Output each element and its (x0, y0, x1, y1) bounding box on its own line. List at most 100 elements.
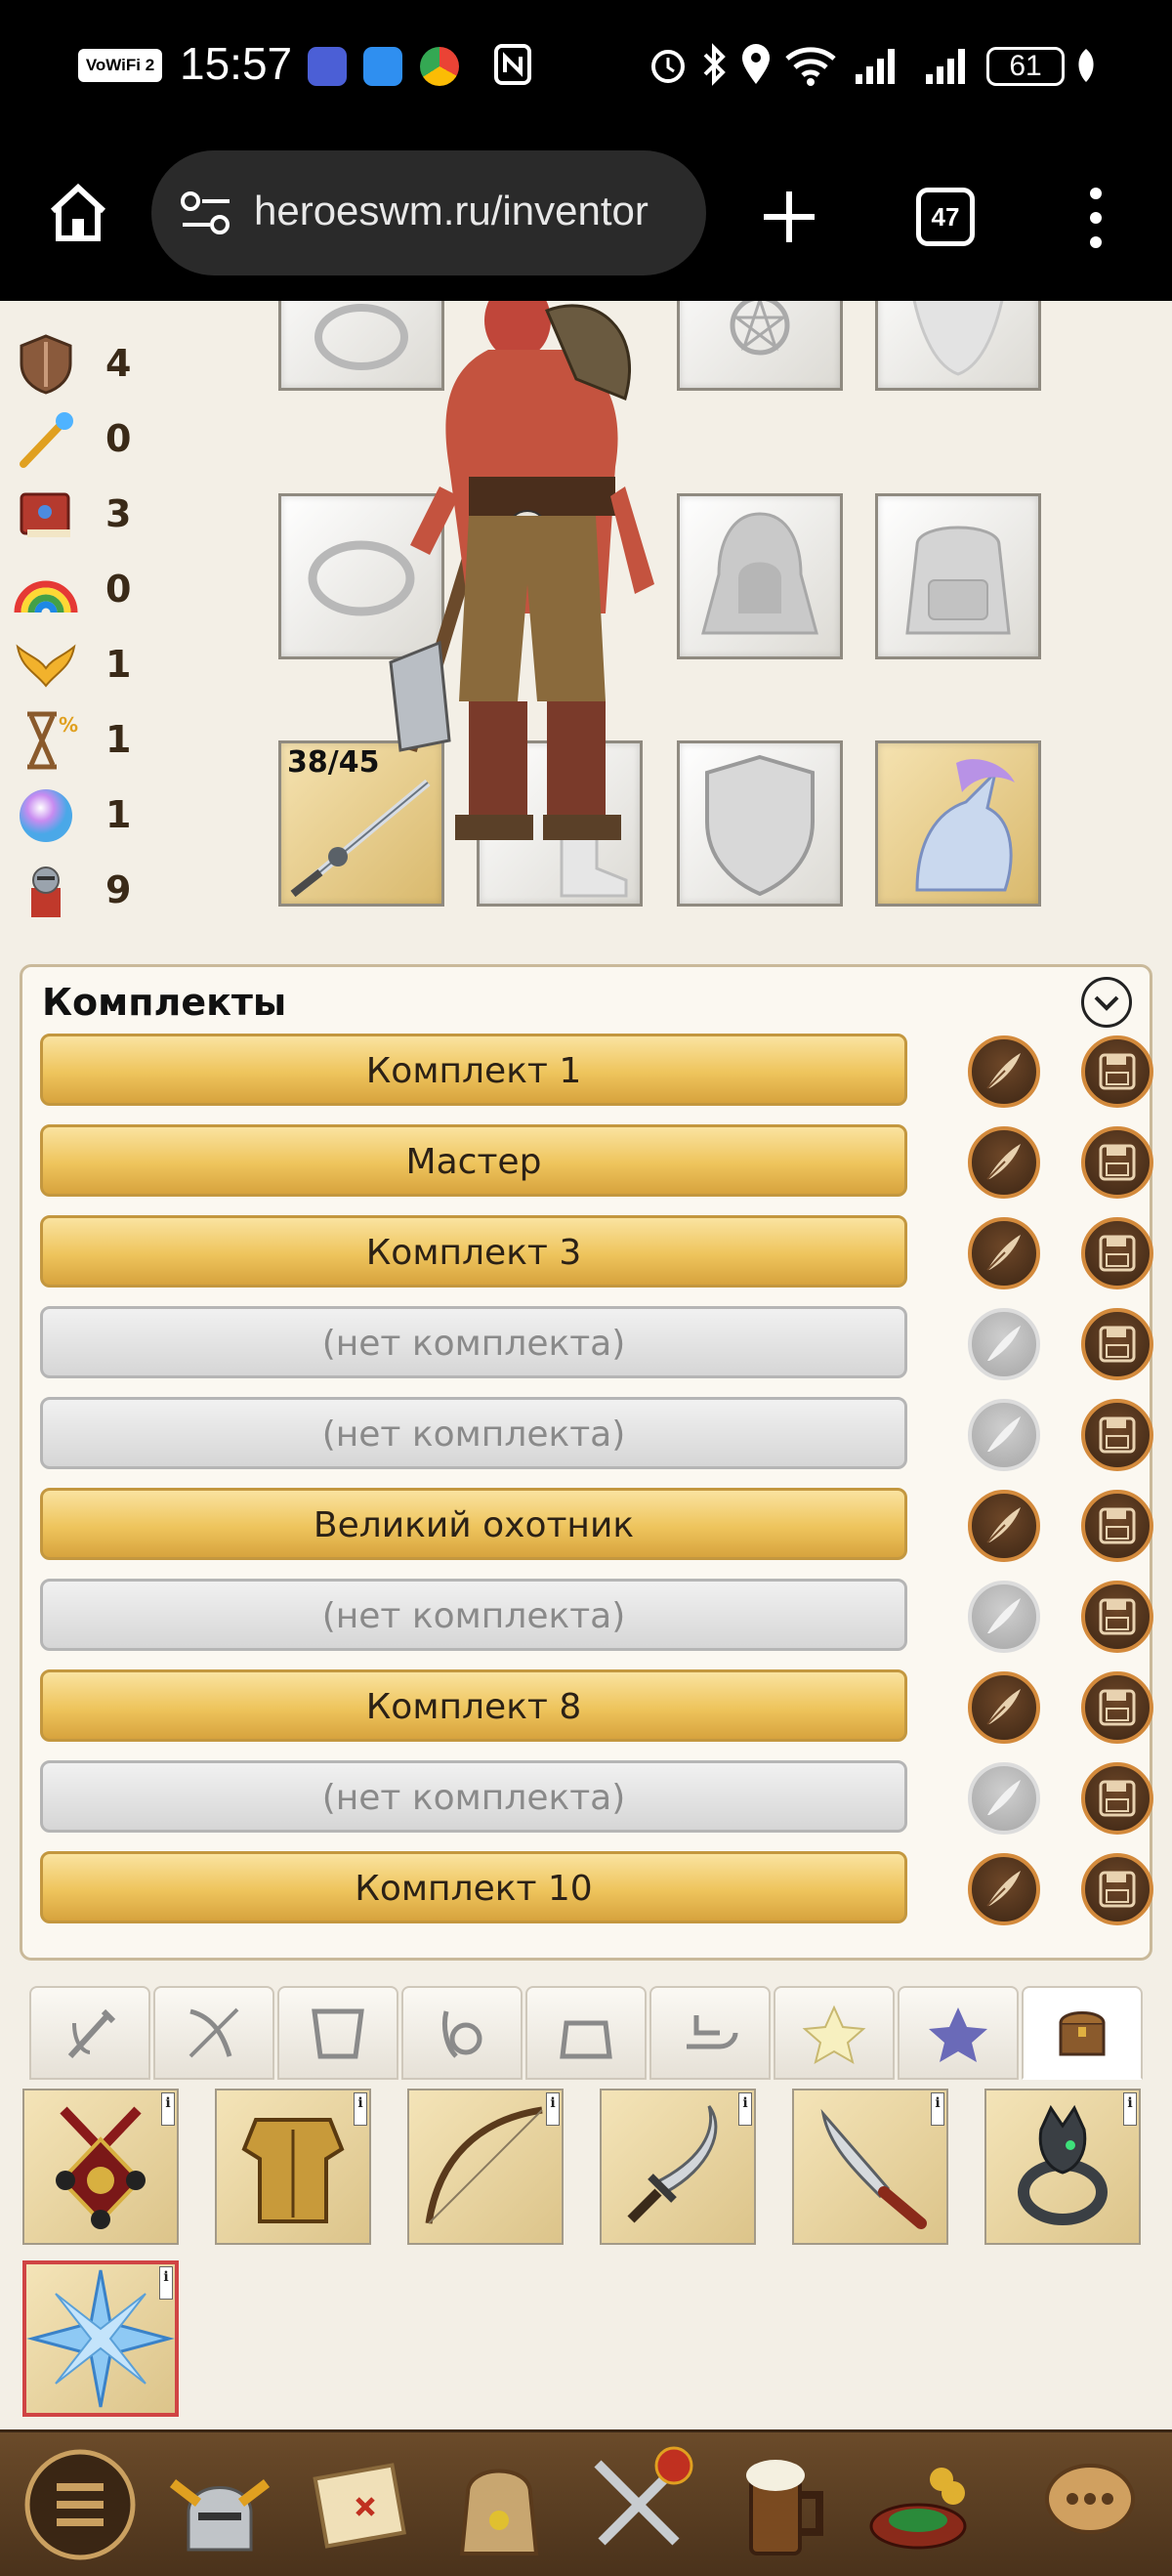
leaf-icon (1074, 43, 1098, 86)
rainbow-icon (14, 580, 78, 613)
home-button[interactable] (45, 180, 111, 246)
set-button[interactable]: (нет комплекта) (40, 1397, 907, 1469)
nav-menu-button[interactable] (20, 2444, 141, 2565)
set-row: (нет комплекта) (40, 1397, 1153, 1471)
menu-icon (24, 2449, 136, 2560)
equip-slot-cloak[interactable] (875, 301, 1041, 391)
nav-map-button[interactable] (299, 2444, 420, 2565)
edit-set-button[interactable] (968, 1217, 1040, 1289)
item-info-icon[interactable]: i (1123, 2092, 1137, 2126)
item-info-icon[interactable]: i (161, 2092, 175, 2126)
tab-ranged[interactable] (153, 1986, 274, 2080)
edit-set-button[interactable] (968, 1399, 1040, 1471)
set-button[interactable]: Комплект 1 (40, 1034, 907, 1106)
set-button[interactable]: Мастер (40, 1124, 907, 1197)
nav-battles-button[interactable] (578, 2444, 699, 2565)
set-button[interactable]: Комплект 10 (40, 1851, 907, 1923)
curved-dagger-icon (627, 2105, 718, 2223)
stat-spellpower: 0 (10, 405, 137, 474)
nav-hero-button[interactable] (159, 2444, 280, 2565)
inventory-item[interactable]: i (792, 2089, 948, 2245)
edit-set-button[interactable] (968, 1308, 1040, 1380)
unicorn-icon (915, 759, 1015, 892)
edit-set-button[interactable] (968, 1853, 1040, 1925)
tab-other[interactable] (649, 1986, 771, 2080)
medal-amulet-icon (56, 2106, 146, 2229)
save-set-button[interactable] (1081, 1035, 1153, 1108)
item-info-icon[interactable]: i (931, 2092, 944, 2126)
nav-casino-button[interactable] (858, 2444, 979, 2565)
floppy-disk-icon (1099, 1416, 1136, 1454)
set-button[interactable]: (нет комплекта) (40, 1306, 907, 1378)
floppy-disk-icon (1099, 1507, 1136, 1544)
item-info-icon[interactable]: i (159, 2266, 173, 2300)
url-text[interactable]: heroeswm.ru/inventor (254, 188, 684, 234)
inventory-item[interactable]: i (407, 2089, 564, 2245)
rings-filter-icon (441, 2010, 482, 2058)
nav-chat-button[interactable] (1035, 2444, 1156, 2565)
chevron-down-icon (1094, 995, 1119, 1011)
edit-set-button[interactable] (968, 1126, 1040, 1199)
kebab-menu-icon (1090, 188, 1102, 248)
save-set-button[interactable] (1081, 1671, 1153, 1744)
set-row: Комплект 1 (40, 1034, 1153, 1108)
edit-set-button[interactable] (968, 1581, 1040, 1653)
edit-set-button[interactable] (968, 1490, 1040, 1562)
tab-switcher-button[interactable]: 47 (916, 188, 975, 246)
item-info-icon[interactable]: i (546, 2092, 560, 2126)
save-set-button[interactable] (1081, 1399, 1153, 1471)
site-settings-icon[interactable] (179, 188, 233, 238)
inventory-item[interactable]: i (22, 2089, 179, 2245)
star-filter-icon (802, 2005, 866, 2065)
edit-set-button[interactable] (968, 1035, 1040, 1108)
vowifi-badge: VoWiFi 2 (78, 49, 162, 82)
save-set-button[interactable] (1081, 1581, 1153, 1653)
quill-icon (987, 1326, 1021, 1361)
new-tab-button[interactable] (760, 188, 818, 246)
bow-icon (425, 2106, 543, 2224)
tab-weapons[interactable] (29, 1986, 150, 2080)
ranged-filter-icon (188, 2007, 239, 2058)
collapse-toggle[interactable] (1081, 977, 1132, 1028)
tab-all[interactable] (1022, 1986, 1143, 2080)
defense-shield-icon (20, 334, 72, 395)
set-button[interactable]: Комплект 3 (40, 1215, 907, 1288)
save-set-button[interactable] (1081, 1217, 1153, 1289)
battery-indicator: 61 (986, 47, 1065, 86)
inventory-item[interactable]: i (600, 2089, 756, 2245)
floppy-disk-icon (1099, 1780, 1136, 1817)
nav-tavern-button[interactable] (718, 2444, 839, 2565)
item-info-icon[interactable]: i (738, 2092, 752, 2126)
location-icon (740, 43, 772, 86)
save-set-button[interactable] (1081, 1126, 1153, 1199)
set-button[interactable]: Великий охотник (40, 1488, 907, 1560)
more-menu-button[interactable] (1084, 184, 1108, 252)
save-set-button[interactable] (1081, 1762, 1153, 1835)
hourglass-percent-icon: % (27, 711, 78, 770)
equip-slot-bag[interactable] (875, 493, 1041, 659)
app-notification-icon (308, 47, 347, 86)
set-button[interactable]: (нет комплекта) (40, 1579, 907, 1651)
edit-set-button[interactable] (968, 1671, 1040, 1744)
hero-figure (389, 301, 654, 840)
set-button[interactable]: Комплект 8 (40, 1669, 907, 1742)
save-set-button[interactable] (1081, 1308, 1153, 1380)
status-time: 15:57 (180, 38, 293, 89)
inventory-item[interactable]: i (984, 2089, 1141, 2245)
tab-special[interactable] (898, 1986, 1019, 2080)
item-info-icon[interactable]: i (354, 2092, 367, 2126)
nav-inventory-button[interactable] (439, 2444, 560, 2565)
weapon-durability: 38/45 (287, 745, 380, 780)
edit-set-button[interactable] (968, 1762, 1040, 1835)
tab-bags[interactable] (525, 1986, 647, 2080)
equip-slot-mount[interactable] (875, 740, 1041, 907)
inventory-item-selected[interactable]: i (22, 2260, 179, 2417)
knight-helmet-icon (169, 2479, 271, 2552)
set-button[interactable]: (нет комплекта) (40, 1760, 907, 1833)
inventory-item[interactable]: i (215, 2089, 371, 2245)
save-set-button[interactable] (1081, 1853, 1153, 1925)
tab-jewelry[interactable] (401, 1986, 523, 2080)
tab-favorites[interactable] (774, 1986, 895, 2080)
tab-armor[interactable] (277, 1986, 398, 2080)
save-set-button[interactable] (1081, 1490, 1153, 1562)
